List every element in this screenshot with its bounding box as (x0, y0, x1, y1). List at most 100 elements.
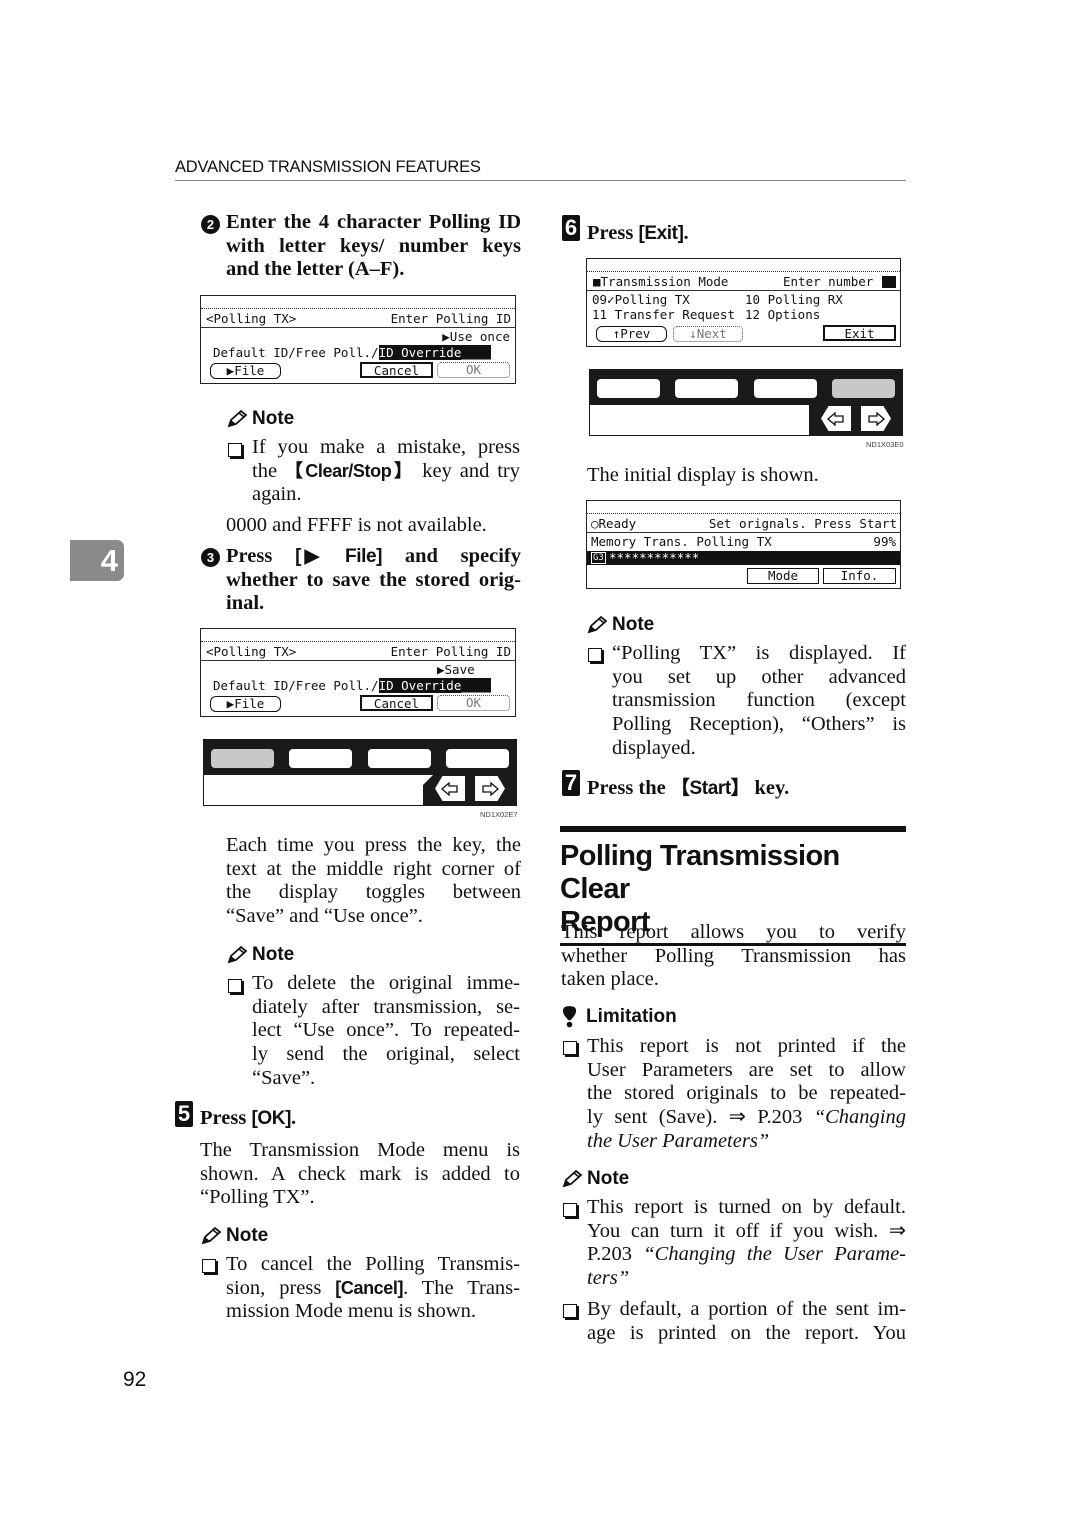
lcd-polling-id-use-once: <Polling TX> Enter Polling ID ▶Use once … (200, 295, 516, 384)
start-key: 【Start】 (670, 778, 750, 799)
note-1-post: key and try (414, 459, 520, 482)
selection-key-1[interactable] (211, 749, 274, 768)
running-head: ADVANCED TRANSMISSION FEATURES (175, 158, 906, 181)
note-2-line: diately after transmission, se- (252, 995, 520, 1018)
note-1-text: If you make a mistake, press the 【Clear/… (252, 436, 520, 507)
prev-button[interactable]: ↑Prev (596, 326, 667, 342)
next-button[interactable]: ↓Next (673, 326, 743, 342)
initial-display-text: The initial display is shown. (587, 464, 819, 486)
file-button[interactable]: ▶File (210, 696, 281, 712)
limitation-label: Limitation (586, 1005, 677, 1027)
step-2-number-icon: 2 (201, 215, 220, 234)
note-4-line: transmission function (except (612, 689, 906, 712)
selection-key-3[interactable] (368, 749, 431, 768)
chapter-tab: 4 (70, 540, 124, 581)
note-5-ref-link[interactable]: “Changing the User Parame- (643, 1243, 906, 1265)
text-line: shown. A check mark is added to (200, 1162, 520, 1185)
step-5-post: . (291, 1107, 297, 1129)
selection-key-2[interactable] (675, 379, 738, 398)
checkbox-bullet-icon (228, 979, 242, 993)
note-5-line: age is printed on the report. You (587, 1321, 906, 1344)
ok-button[interactable]: OK (437, 362, 510, 378)
note-2-line: lect “Use once”. To repeated- (252, 1019, 520, 1042)
step-3-line: Press [▶ File] and specify (226, 545, 521, 569)
selection-key-4[interactable] (446, 749, 509, 768)
mode-button[interactable]: Mode (747, 568, 819, 584)
note-1-label: Note (252, 408, 295, 429)
note-5-line: By default, a portion of the sent im- (587, 1298, 906, 1320)
cancel-button[interactable]: Cancel (360, 362, 433, 378)
exit-button[interactable]: Exit (823, 325, 896, 341)
limitation-line: the stored originals to be repeated- (587, 1082, 906, 1105)
menu-item-transfer-request[interactable]: 11 Transfer Request (592, 308, 735, 322)
info-button[interactable]: Info. (823, 568, 896, 584)
left-arrow-key[interactable] (435, 776, 465, 801)
text-line: the display toggles between (226, 881, 521, 904)
step-7-post: key. (749, 777, 790, 799)
limitation-text: This report is not printed if the User P… (587, 1035, 906, 1154)
menu-item-polling-tx[interactable]: 09✓Polling TX (592, 293, 690, 307)
note-1-pre: the (252, 459, 285, 482)
note-2-heading: Note (226, 944, 294, 966)
text-line: This report allows you to verify (561, 921, 906, 943)
selection-key-2[interactable] (289, 749, 352, 768)
memory-percentage: 99% (873, 534, 896, 549)
right-arrow-key[interactable] (475, 776, 505, 801)
note-2-line: “Save”. (252, 1066, 316, 1089)
selection-key-4[interactable] (832, 379, 895, 398)
clear-stop-key: 【Clear/Stop】 (284, 460, 415, 481)
right-arrow-key[interactable] (861, 406, 891, 431)
limitation-ref-link[interactable]: “Changing (814, 1106, 906, 1128)
ok-key: [OK] (251, 1108, 291, 1129)
file-button[interactable]: ▶File (210, 363, 281, 379)
text-line: “Polling TX”. (200, 1186, 315, 1209)
display-area (590, 405, 809, 435)
step-2-heading: Enter the 4 character Polling ID with le… (226, 211, 521, 282)
note-5-item-1: This report is turned on by default. You… (587, 1196, 906, 1291)
note-2-label: Note (252, 944, 295, 965)
note-5-line: This report is turned on by default. (587, 1196, 906, 1218)
cancel-button[interactable]: Cancel (360, 695, 433, 711)
destination-value: ************ (609, 550, 700, 565)
note-4-label: Note (612, 614, 655, 635)
lcd-title-left: <Polling TX> (206, 311, 297, 326)
number-entry-field[interactable] (882, 276, 896, 288)
exit-key: [Exit] (638, 223, 684, 244)
note-3-label: Note (226, 1225, 269, 1246)
menu-item-polling-rx[interactable]: 10 Polling RX (745, 293, 843, 307)
step-3-line: whether to save the stored orig- (226, 568, 521, 591)
selection-key-1[interactable] (597, 379, 660, 398)
limitation-line: User Parameters are set to allow (587, 1058, 906, 1081)
note-4-line: you set up other advanced (612, 665, 906, 688)
section-intro: This report allows you to verify whether… (561, 921, 906, 992)
checkbox-bullet-icon (563, 1041, 577, 1055)
step-2-line: and the letter (A–F). (226, 258, 405, 280)
note-3-heading: Note (200, 1225, 268, 1247)
lcd-id-override: ID Override____ (378, 678, 492, 693)
note-3-post: . The Trans- (403, 1276, 520, 1299)
destination-bar: G3 ************ (587, 551, 900, 565)
lcd-title-right: Enter Polling ID (390, 644, 511, 659)
ok-button[interactable]: OK (437, 695, 510, 711)
note-5-ref-link[interactable]: ters” (587, 1267, 906, 1291)
lcd-toggle-status: ▶Save (437, 662, 475, 677)
step-3-number-icon: 3 (201, 548, 220, 567)
note-3-line: To cancel the Polling Transmis- (226, 1253, 520, 1275)
step-5-body: The Transmission Mode menu is shown. A c… (200, 1139, 520, 1210)
checkbox-bullet-icon (588, 648, 602, 662)
lcd-instruction: Set orignals. Press Start (708, 516, 897, 531)
note-5-item-2: By default, a portion of the sent im- ag… (587, 1298, 906, 1345)
checkbox-bullet-icon (563, 1203, 577, 1217)
availability-text: 0000 and FFFF is not available. (226, 514, 487, 536)
note-5-ref-pre: P.203 (587, 1243, 644, 1266)
selection-key-3[interactable] (754, 379, 817, 398)
limitation-line: ly sent (Save). ⇒ P.203 “Changing (587, 1106, 906, 1130)
left-arrow-key[interactable] (821, 406, 851, 431)
note-1-line: If you make a mistake, press (252, 436, 520, 458)
step-7-number-icon: 7 (562, 770, 580, 796)
menu-item-options[interactable]: 12 Options (745, 308, 820, 322)
note-3-pre: sion, press (226, 1276, 336, 1299)
checkbox-bullet-icon (228, 443, 242, 457)
limitation-ref-link[interactable]: the User Parameters” (587, 1130, 906, 1154)
arrow-left-icon (441, 781, 458, 796)
